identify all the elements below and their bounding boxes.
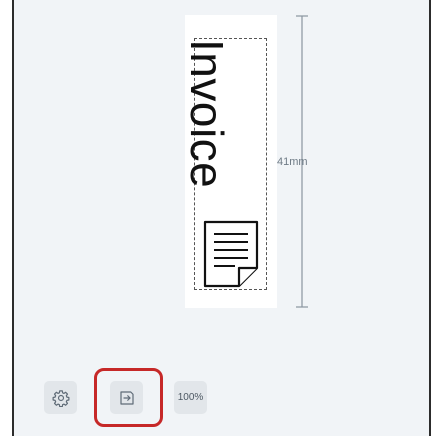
label-text[interactable]: Invoice xyxy=(181,39,233,188)
canvas-area[interactable]: Invoice 41mm 100% xyxy=(12,0,431,436)
label-preview[interactable]: Invoice xyxy=(181,15,277,308)
document-icon[interactable] xyxy=(201,218,261,290)
dimension-label: 41mm xyxy=(277,156,308,168)
highlight-box xyxy=(94,368,163,427)
zoom-level-button[interactable]: 100% xyxy=(174,381,207,414)
label-editor: Invoice 41mm 100% xyxy=(0,0,440,436)
gear-icon xyxy=(52,389,69,407)
settings-button[interactable] xyxy=(44,381,77,414)
